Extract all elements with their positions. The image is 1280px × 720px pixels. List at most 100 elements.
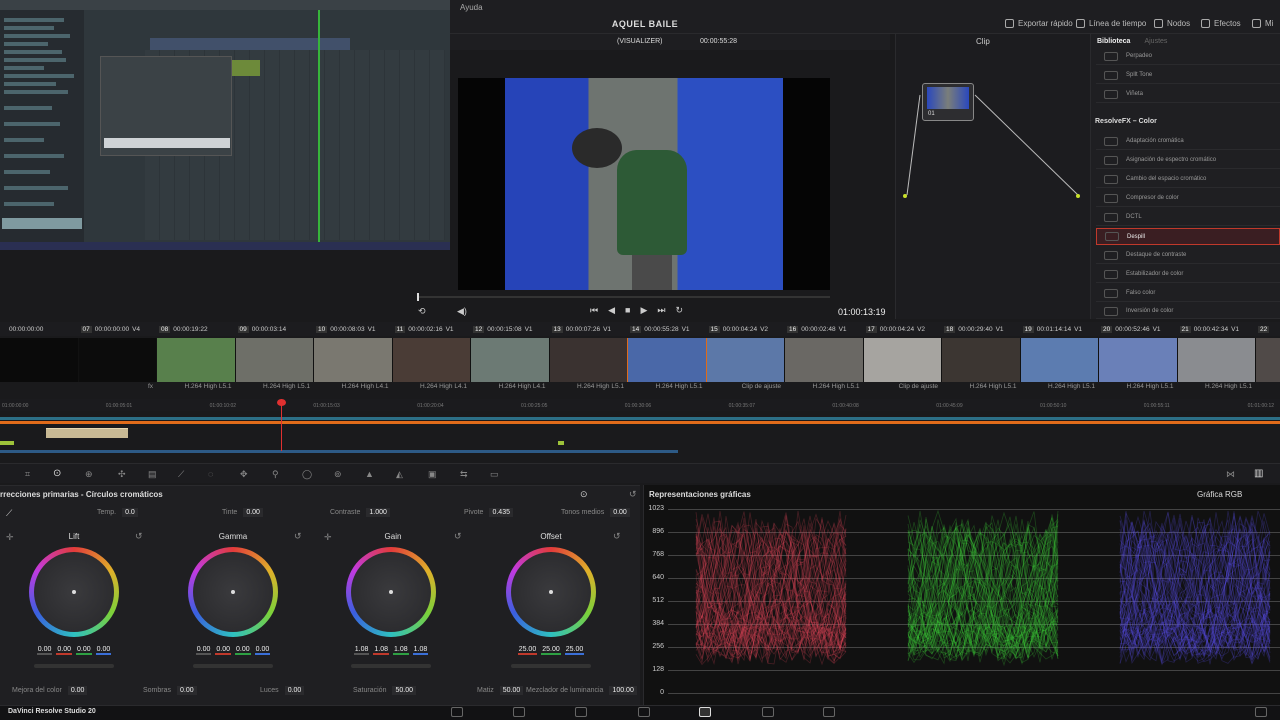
clip-header[interactable]: 15 00:00:04:24 V2: [707, 322, 786, 336]
gain-reset-icon[interactable]: ↺: [454, 531, 462, 542]
clip-thumbnail[interactable]: [157, 338, 235, 382]
wheel-lift[interactable]: [29, 547, 119, 637]
param-saturation[interactable]: Saturación 50.00: [353, 686, 416, 695]
page-color-icon[interactable]: [699, 707, 711, 717]
magic-mask-icon[interactable]: ⋈: [1226, 469, 1235, 480]
viewer-source[interactable]: (VISUALIZER): [617, 38, 663, 45]
clip-thumbnail[interactable]: [549, 338, 627, 382]
stills-icon[interactable]: ▭: [490, 469, 499, 480]
fx-item[interactable]: Estabilizador de color: [1096, 266, 1280, 283]
stop-icon[interactable]: ■: [625, 305, 630, 316]
picker-icon[interactable]: ✛: [6, 532, 14, 543]
fx-item[interactable]: Compresor de color: [1096, 190, 1280, 207]
clip-header[interactable]: 00:00:00:00: [0, 322, 79, 336]
wheel-gamma[interactable]: [188, 547, 278, 637]
timeline-audio-track[interactable]: [0, 450, 678, 453]
fx-item[interactable]: Asignación de espectro cromático: [1096, 152, 1280, 169]
wheel-handle[interactable]: [231, 590, 235, 594]
wheel-offset[interactable]: [506, 547, 596, 637]
clip-thumbnail[interactable]: [0, 338, 78, 382]
eyedropper-icon[interactable]: ⚲: [272, 469, 279, 480]
page-cut-icon[interactable]: [513, 707, 525, 717]
fx-item[interactable]: Perpadeo: [1096, 48, 1280, 65]
lift-reset-icon[interactable]: ↺: [135, 531, 143, 542]
scopes-icon[interactable]: ▥: [1254, 468, 1263, 479]
clip-thumbnail[interactable]: [235, 338, 313, 382]
clip-header[interactable]: 16 00:00:02:48 V1: [785, 322, 864, 336]
fx-item[interactable]: Spllt Tone: [1096, 67, 1280, 84]
clip-thumbnail[interactable]: [785, 338, 863, 382]
clip-header[interactable]: 19 00:01:14:14 V1: [1021, 322, 1100, 336]
volume-icon[interactable]: ◀): [457, 306, 467, 317]
step-back-icon[interactable]: ◀: [608, 305, 615, 316]
clip-thumbnail[interactable]: [942, 338, 1020, 382]
gamma-master-slider[interactable]: [193, 664, 273, 668]
offset-master-slider[interactable]: [511, 664, 591, 668]
param-midtones[interactable]: Tonos medios 0.00: [561, 508, 630, 517]
motion-icon[interactable]: ▤: [148, 469, 157, 480]
timeline-button[interactable]: Línea de tiempo: [1076, 19, 1146, 28]
daw-playhead[interactable]: [318, 10, 320, 242]
wheel-gain[interactable]: [346, 547, 436, 637]
wheel-handle[interactable]: [549, 590, 553, 594]
clip-thumbnail[interactable]: [706, 338, 784, 382]
rgb-mixer-icon[interactable]: ✣: [118, 469, 126, 480]
daw-window[interactable]: [0, 0, 450, 250]
clip-thumbnail[interactable]: [863, 338, 941, 382]
timeline-playhead[interactable]: [281, 399, 282, 451]
loop-icon[interactable]: ⟲: [418, 306, 426, 317]
clip-header[interactable]: 10 00:00:08:03 V1: [314, 322, 393, 336]
warper-icon[interactable]: ◌: [208, 469, 213, 479]
reset-icon[interactable]: ⊙: [580, 489, 588, 500]
daw-browser[interactable]: [0, 10, 84, 242]
gain-picker-icon[interactable]: ✛: [324, 532, 332, 543]
mixer-button[interactable]: Mi: [1252, 19, 1273, 28]
nodes-button[interactable]: Nodos: [1154, 19, 1190, 28]
clip-thumbnail[interactable]: [627, 338, 707, 382]
clip-header[interactable]: 17 00:00:04:24 V2: [864, 322, 943, 336]
clip-thumbnail[interactable]: [471, 338, 549, 382]
daw-toolbar[interactable]: [0, 0, 450, 10]
clip-header[interactable]: 13 00:00:07:26 V1: [550, 322, 629, 336]
home-icon[interactable]: [1255, 707, 1267, 717]
fx-item[interactable]: Inversión de color: [1096, 304, 1280, 319]
clip-header[interactable]: 07 00:00:00:00 V4: [79, 322, 158, 336]
tab-settings[interactable]: Ajustes: [1144, 38, 1167, 45]
scrubber-handle[interactable]: [417, 293, 419, 301]
curves-tool-icon[interactable]: ⟋: [178, 469, 184, 480]
timeline-track-selected[interactable]: [0, 421, 1280, 424]
clip-header[interactable]: 14 00:00:55:28 V1: [628, 322, 707, 336]
curves-icon[interactable]: ⌗: [25, 469, 30, 480]
daw-pattern-clip[interactable]: [232, 60, 260, 76]
timeline-clip[interactable]: [0, 441, 14, 445]
daw-audio-clip[interactable]: [150, 38, 350, 50]
fx-item[interactable]: Destaque de contraste: [1096, 247, 1280, 264]
page-edit-icon[interactable]: [575, 707, 587, 717]
hdr-icon[interactable]: ⊕: [85, 469, 93, 480]
fx-item[interactable]: Cambio del espacio cromático: [1096, 171, 1280, 188]
param-lum-mix[interactable]: Mezclador de luminancia 100.00: [526, 686, 637, 695]
lift-master-slider[interactable]: [34, 664, 114, 668]
timeline-ruler[interactable]: 01:00:00:00 01:00:05:01 01:00:10:02 01:00:1…: [0, 399, 1280, 411]
timeline-clip[interactable]: [46, 428, 128, 438]
wheel-handle[interactable]: [389, 590, 393, 594]
gamma-reset-icon[interactable]: ↺: [294, 531, 302, 542]
sizing-icon[interactable]: ▣: [428, 469, 437, 480]
page-fusion-icon[interactable]: [638, 707, 650, 717]
viewer-scrubber[interactable]: [418, 296, 830, 298]
clip-header[interactable]: 11 00:00:02:16 V1: [393, 322, 472, 336]
clip-thumbnail[interactable]: [392, 338, 470, 382]
clip-thumbnail[interactable]: [1099, 338, 1177, 382]
tracker-icon[interactable]: ⊚: [334, 469, 342, 480]
param-pivot[interactable]: Pivote 0.435: [464, 508, 513, 517]
param-contrast[interactable]: Contraste 1.000: [330, 508, 390, 517]
clip-header[interactable]: 22: [1256, 322, 1280, 336]
param-tint[interactable]: Tinte 0.00: [222, 508, 263, 517]
menu-help[interactable]: Ayuda: [460, 3, 483, 12]
param-temp[interactable]: Temp. 0.0: [97, 508, 138, 517]
offset-reset-icon[interactable]: ↺: [613, 531, 621, 542]
skip-back-icon[interactable]: ⏮: [590, 305, 598, 316]
qualifier-icon[interactable]: ✥: [240, 469, 248, 480]
clip-thumbnail[interactable]: [1020, 338, 1098, 382]
clip-header[interactable]: 18 00:00:29:40 V1: [942, 322, 1021, 336]
